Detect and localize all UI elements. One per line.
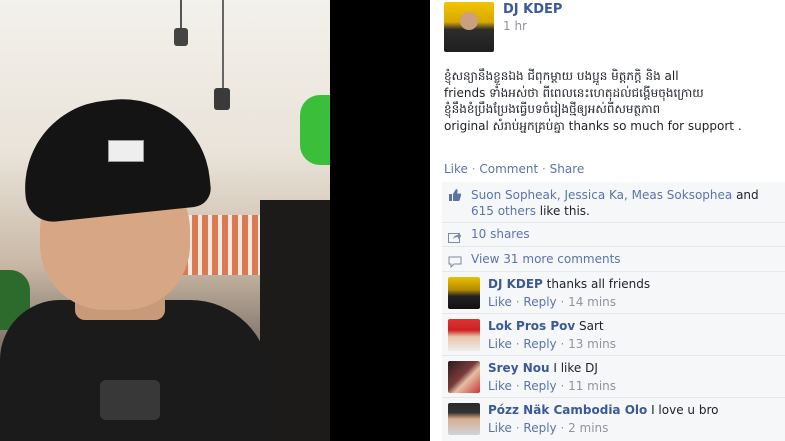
view-more-comments[interactable]: View 31 more comments bbox=[471, 252, 621, 266]
comment-author[interactable]: Srey Nou bbox=[488, 361, 550, 375]
post-time[interactable]: 1 hr bbox=[503, 19, 527, 33]
lamp-cord-2 bbox=[222, 0, 224, 90]
commenter-avatar[interactable] bbox=[448, 319, 480, 351]
wall-panel bbox=[260, 200, 330, 441]
comment-button[interactable]: Comment bbox=[479, 162, 538, 176]
share-button[interactable]: Share bbox=[550, 162, 585, 176]
post-body-line: ខ្ញុំសន្យានឹងខ្លួនឯង ជីពុកម្តាយ បងប្អូន … bbox=[444, 69, 679, 83]
comment-meta: Like · Reply · 13 mins bbox=[488, 337, 616, 351]
post-side-panel: DJ KDEP 1 hr ខ្ញុំសន្យានឹងខ្លួនឯង ជីពុកម… bbox=[430, 0, 785, 441]
comment-icon bbox=[448, 253, 462, 272]
separator: · bbox=[511, 421, 524, 435]
avatar-face bbox=[460, 12, 478, 30]
cap-logo-icon bbox=[108, 140, 144, 162]
likes-summary: Suon Sopheak, Jessica Ka, Meas Soksophea… bbox=[471, 187, 781, 219]
shares-link[interactable]: 10 shares bbox=[471, 227, 530, 241]
comment-meta: Like · Reply · 2 mins bbox=[488, 421, 608, 435]
comment-author[interactable]: DJ KDEP bbox=[488, 277, 543, 291]
green-wall-decoration bbox=[300, 95, 330, 165]
post-body-line: friends ទាំងអស់ថា ពីពេលនេះហេតុដល់ជង្គើមច… bbox=[444, 85, 704, 100]
comment-time[interactable]: 13 mins bbox=[568, 337, 616, 351]
separator: · bbox=[556, 295, 569, 309]
divider bbox=[442, 397, 785, 398]
separator: · bbox=[556, 379, 569, 393]
comment-meta: Like · Reply · 14 mins bbox=[488, 295, 616, 309]
thumbs-up-icon bbox=[448, 187, 462, 206]
commenter-avatar[interactable] bbox=[448, 277, 480, 309]
separator: · bbox=[511, 295, 524, 309]
fence bbox=[182, 215, 262, 275]
comment-text: I like DJ bbox=[549, 361, 598, 375]
share-icon bbox=[448, 228, 462, 247]
post-actions: Like · Comment · Share bbox=[444, 162, 584, 176]
author-name[interactable]: DJ KDEP bbox=[503, 2, 562, 17]
like-button[interactable]: Like bbox=[444, 162, 468, 176]
divider bbox=[442, 355, 785, 356]
comment-like-button[interactable]: Like bbox=[488, 379, 512, 393]
author-avatar[interactable] bbox=[444, 2, 494, 52]
comment-text: I love u bro bbox=[647, 403, 719, 417]
comment-author[interactable]: Pózz Näk Cambodia Olo bbox=[488, 403, 647, 417]
likes-line1: Suon Sopheak, Jessica Ka, Meas Soksophea… bbox=[471, 187, 781, 203]
separator: · bbox=[467, 162, 480, 176]
divider bbox=[442, 246, 785, 247]
comment: DJ KDEP thanks all friends bbox=[488, 277, 778, 291]
likers-names[interactable]: Suon Sopheak, Jessica Ka, Meas Soksophea bbox=[471, 188, 732, 202]
likes-line2: 615 others like this. bbox=[471, 203, 781, 219]
others-link[interactable]: 615 others bbox=[471, 204, 536, 218]
comment-time[interactable]: 11 mins bbox=[568, 379, 616, 393]
comment: Lok Pros Pov Sart bbox=[488, 319, 778, 333]
comment-like-button[interactable]: Like bbox=[488, 337, 512, 351]
separator: · bbox=[511, 337, 524, 351]
commenter-avatar[interactable] bbox=[448, 361, 480, 393]
post-body-line: original សំរាប់អ្នកគ្រប់គ្នា thanks so m… bbox=[444, 118, 742, 133]
comment-reply-button[interactable]: Reply bbox=[523, 337, 556, 351]
divider bbox=[442, 313, 785, 314]
comment: Pózz Näk Cambodia Olo I love u bro bbox=[488, 403, 778, 417]
likes-and: and bbox=[732, 188, 759, 202]
divider bbox=[442, 222, 785, 223]
separator: · bbox=[511, 379, 524, 393]
comment-text: thanks all friends bbox=[542, 277, 651, 291]
commenter-avatar[interactable] bbox=[448, 403, 480, 435]
lamp-2 bbox=[214, 88, 230, 110]
comment: Srey Nou I like DJ bbox=[488, 361, 778, 375]
divider bbox=[442, 271, 785, 272]
comment-reply-button[interactable]: Reply bbox=[523, 295, 556, 309]
comment-like-button[interactable]: Like bbox=[488, 295, 512, 309]
comment-time[interactable]: 14 mins bbox=[568, 295, 616, 309]
shirt-print bbox=[100, 380, 160, 420]
comment-author[interactable]: Lok Pros Pov bbox=[488, 319, 575, 333]
comment-reply-button[interactable]: Reply bbox=[523, 379, 556, 393]
likes-tail: like this. bbox=[535, 204, 590, 218]
comment-time[interactable]: 2 mins bbox=[568, 421, 608, 435]
separator: · bbox=[538, 162, 550, 176]
comment-meta: Like · Reply · 11 mins bbox=[488, 379, 616, 393]
lamp-cord bbox=[180, 0, 182, 30]
separator: · bbox=[556, 337, 569, 351]
post-body-line: ខ្ញុំនឹងខំប្រឹងប្រែងធ្វើបទចំរៀងថ្មីឲ្យអស… bbox=[444, 102, 661, 116]
lamp bbox=[174, 28, 188, 46]
comment-text: Sart bbox=[575, 319, 604, 333]
post-body: ខ្ញុំសន្យានឹងខ្លួនឯង ជីពុកម្តាយ បងប្អូន … bbox=[444, 68, 784, 134]
post-photo[interactable] bbox=[0, 0, 330, 441]
separator: · bbox=[556, 421, 569, 435]
comment-reply-button[interactable]: Reply bbox=[523, 421, 556, 435]
comment-like-button[interactable]: Like bbox=[488, 421, 512, 435]
